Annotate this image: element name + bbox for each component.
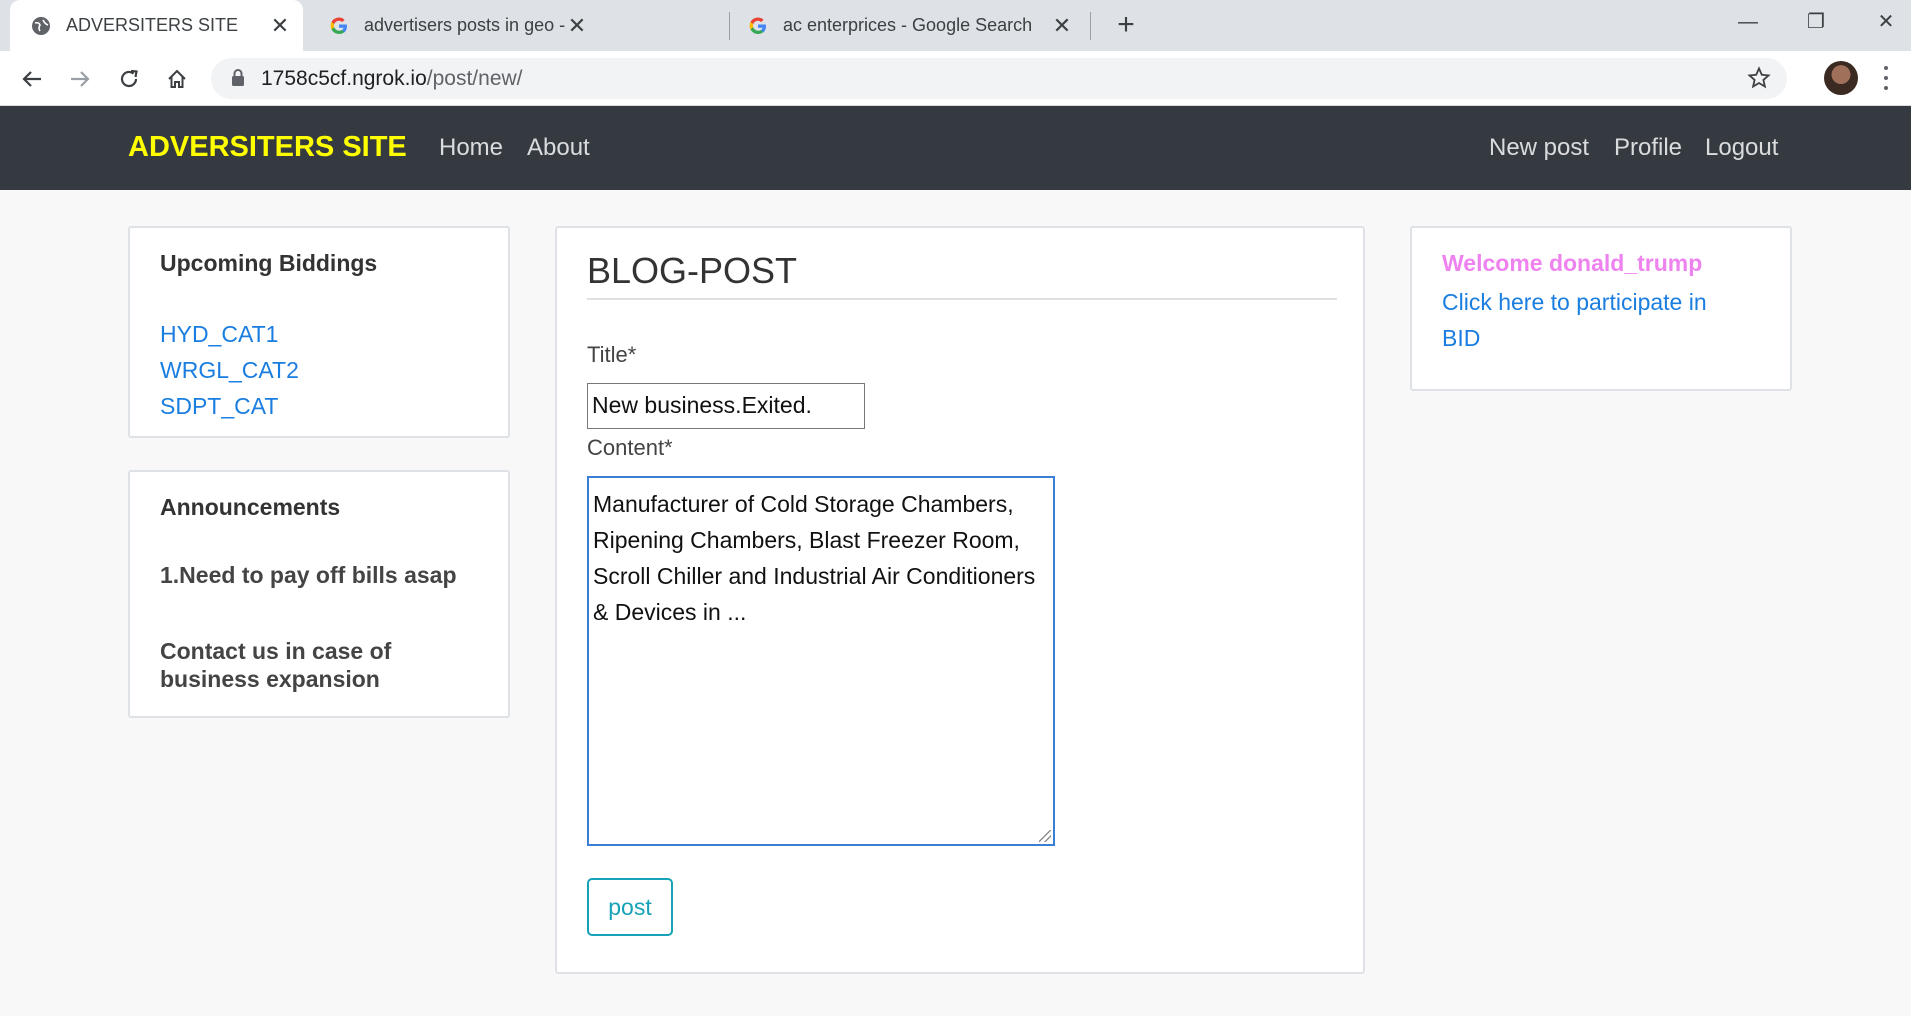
browser-menu-icon[interactable] [1876,63,1896,93]
browser-tab[interactable]: ac enterprices - Google Search ✕ [735,0,1085,51]
tab-separator [1090,12,1091,40]
site-brand[interactable]: ADVERSITERS SITE [128,131,407,164]
home-icon[interactable] [159,61,195,97]
content-textarea[interactable]: Manufacturer of Cold Storage Chambers, R… [587,476,1055,846]
tab-title: ac enterprices - Google Search [783,15,1033,35]
browser-tab-active[interactable]: ADVERSITERS SITE ✕ [10,0,303,51]
post-form-card: BLOG-POST Title* New business.Exited. Co… [555,226,1365,974]
nav-profile-link[interactable]: Profile [1614,134,1682,162]
google-icon [747,15,769,37]
nav-home-link[interactable]: Home [439,134,503,162]
tab-title: advertisers posts in geo -advertis [364,15,566,35]
bookmark-star-icon[interactable] [1747,66,1771,95]
biddings-card: Upcoming Biddings HYD_CAT1 WRGL_CAT2 SDP… [128,226,510,438]
google-icon [328,15,350,37]
back-icon[interactable] [14,61,50,97]
nav-logout-link[interactable]: Logout [1705,134,1778,162]
nav-about-link[interactable]: About [527,134,590,162]
participate-bid-link[interactable]: Click here to participate in BID [1442,284,1742,356]
url-text: 1758c5cf.ngrok.io/post/new/ [261,67,523,90]
new-tab-button[interactable]: + [1108,8,1144,44]
bidding-link[interactable]: WRGL_CAT2 [160,357,299,384]
browser-tab-bar: ADVERSITERS SITE ✕ advertisers posts in … [0,0,1911,51]
reload-icon[interactable] [111,61,147,97]
announcements-card: Announcements 1.Need to pay off bills as… [128,470,510,718]
announcement-item: 1.Need to pay off bills asap [160,562,457,588]
welcome-text: Welcome donald_trump [1442,250,1703,276]
browser-toolbar: 1758c5cf.ngrok.io/post/new/ [0,51,1911,106]
minimize-icon[interactable]: — [1718,6,1778,38]
site-navbar: ADVERSITERS SITE Home About New post Pro… [0,106,1911,190]
title-label: Title* [587,342,637,367]
profile-avatar[interactable] [1824,61,1858,95]
nav-new-post-link[interactable]: New post [1489,134,1589,162]
restore-icon[interactable]: ❐ [1786,6,1846,38]
close-tab-icon[interactable]: ✕ [1051,14,1073,37]
lock-icon[interactable] [231,68,245,93]
tab-title: ADVERSITERS SITE [66,15,239,35]
bidding-link[interactable]: HYD_CAT1 [160,321,278,348]
close-window-icon[interactable]: ✕ [1856,6,1911,38]
bidding-link[interactable]: SDPT_CAT [160,393,278,420]
content-text: Manufacturer of Cold Storage Chambers, R… [593,491,1036,625]
content-label: Content* [587,435,673,460]
form-legend: BLOG-POST [587,250,1337,300]
announcement-item: Contact us in case of business expansion [160,638,392,692]
close-tab-icon[interactable]: ✕ [566,14,588,37]
title-input[interactable]: New business.Exited. [587,383,865,429]
forward-icon[interactable] [62,61,98,97]
announcements-heading: Announcements [160,494,341,520]
biddings-heading: Upcoming Biddings [160,250,378,276]
welcome-card: Welcome donald_trump Click here to parti… [1410,226,1792,391]
tab-separator [729,12,730,40]
resize-handle[interactable] [1039,830,1051,842]
globe-icon [30,15,52,37]
post-submit-button[interactable]: post [587,878,673,936]
browser-tab[interactable]: advertisers posts in geo -advertis ✕ [310,0,600,51]
address-bar[interactable]: 1758c5cf.ngrok.io/post/new/ [211,58,1787,99]
close-tab-icon[interactable]: ✕ [269,14,291,37]
